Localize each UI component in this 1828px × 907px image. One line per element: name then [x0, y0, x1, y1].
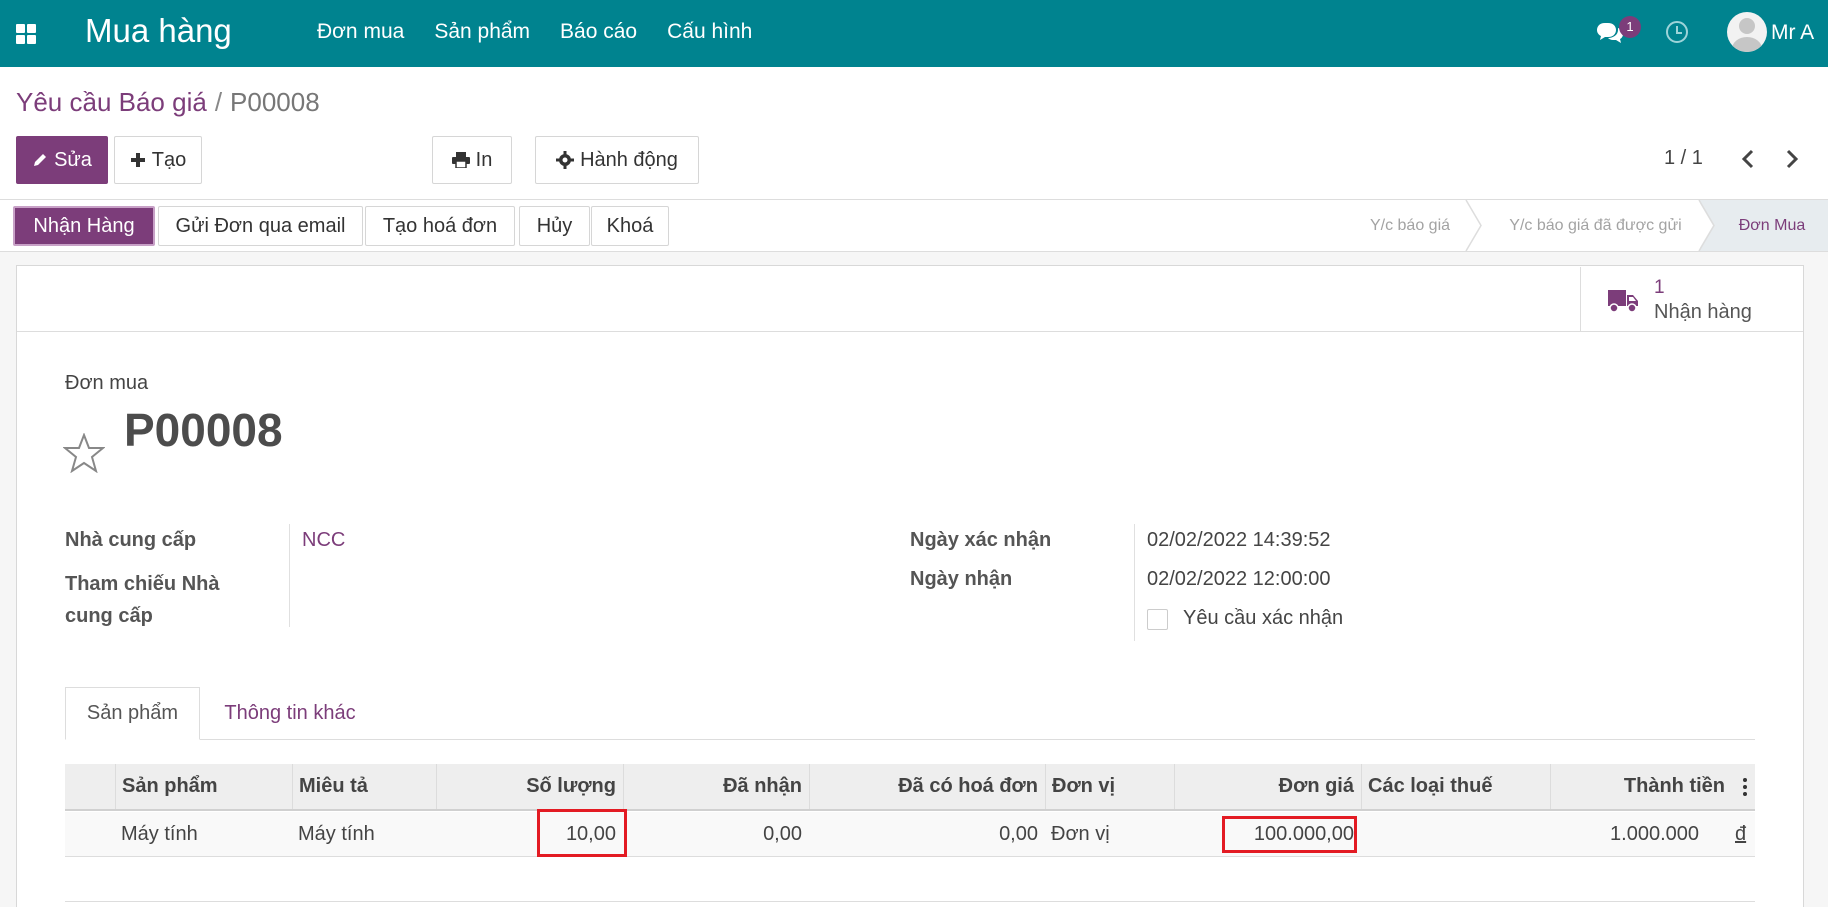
cell-taxes	[1361, 812, 1549, 857]
cell-product: Máy tính	[121, 823, 198, 845]
app-grid-icon[interactable]	[16, 24, 36, 44]
plus-icon	[130, 153, 145, 167]
stage-rfq: Y/c báo giá	[1369, 216, 1451, 234]
chevron-right-icon[interactable]	[1782, 148, 1802, 170]
menu-item-reports[interactable]: Báo cáo	[560, 20, 637, 44]
button-box-divider	[17, 331, 1803, 332]
gear-icon	[556, 151, 575, 169]
column-options-icon[interactable]	[1742, 778, 1748, 798]
create-button[interactable]: Tạo	[114, 136, 202, 184]
ask-confirmation-checkbox[interactable]	[1147, 609, 1168, 630]
order-lines-header: Sản phẩm Miêu tả Số lượng Đã nhận Đã có …	[65, 764, 1755, 811]
cell-invoiced: 0,00	[999, 823, 1038, 845]
breadcrumb-separator: /	[214, 87, 223, 117]
confirmation-date-value: 02/02/2022 14:39:52	[1147, 529, 1331, 551]
vendor-label: Nhà cung cấp	[65, 529, 197, 551]
highlight-unit-price	[1222, 816, 1357, 853]
column-header-unit-price[interactable]: Đơn giá	[1174, 764, 1360, 809]
vendor-reference-label: Tham chiếu Nhà cung cấp	[65, 573, 220, 627]
breadcrumb: Yêu cầu Báo giá / P00008	[16, 87, 320, 118]
receipt-date-label: Ngày nhận	[910, 568, 1013, 590]
send-po-email-button[interactable]: Gửi Đơn qua email	[158, 206, 363, 246]
cell-subtotal: 1.000.000	[1610, 823, 1699, 845]
confirmation-date-label: Ngày xác nhận	[910, 529, 1052, 551]
printer-icon	[451, 152, 470, 168]
breadcrumb-parent[interactable]: Yêu cầu Báo giá	[16, 87, 207, 117]
create-bill-button[interactable]: Tạo hoá đơn	[365, 206, 515, 246]
status-bar: Nhận Hàng Gửi Đơn qua email Tạo hoá đơn …	[0, 199, 1828, 252]
column-header-quantity[interactable]: Số lượng	[436, 764, 622, 809]
clock-icon[interactable]	[1666, 21, 1688, 43]
receive-products-button[interactable]: Nhận Hàng	[13, 206, 155, 246]
menu-item-products[interactable]: Sản phẩm	[434, 20, 530, 44]
stage-arrow-icon	[1698, 200, 1715, 251]
column-header-product[interactable]: Sản phẩm	[115, 764, 291, 809]
stage-rfq-sent: Y/c báo giá đã được gửi	[1509, 216, 1682, 234]
table-bottom-line	[65, 901, 1755, 902]
field-divider	[1134, 524, 1135, 641]
cell-description: Máy tính	[298, 823, 375, 845]
edit-button-label: Sửa	[54, 148, 92, 171]
tab-other-info[interactable]: Thông tin khác	[205, 687, 375, 740]
field-divider	[289, 524, 290, 627]
table-row[interactable]: Máy tính Máy tính 10,00 0,00 0,00 Đơn vị…	[65, 812, 1755, 857]
edit-button[interactable]: Sửa	[16, 136, 108, 184]
menu-item-configuration[interactable]: Cấu hình	[667, 20, 752, 44]
cell-received: 0,00	[763, 823, 802, 845]
pager-value: 1 / 1	[1664, 147, 1703, 169]
main-menu: Đơn mua Sản phẩm Báo cáo Cấu hình	[317, 20, 782, 44]
avatar[interactable]	[1727, 12, 1767, 52]
vendor-value[interactable]: NCC	[302, 529, 345, 552]
action-button[interactable]: Hành động	[535, 136, 699, 184]
column-header-invoiced[interactable]: Đã có hoá đơn	[809, 764, 1044, 809]
create-button-label: Tạo	[151, 148, 187, 171]
column-header-received[interactable]: Đã nhận	[623, 764, 808, 809]
receipt-label: Nhận hàng	[1654, 301, 1752, 323]
tab-products[interactable]: Sản phẩm	[65, 687, 200, 740]
menu-item-purchase-orders[interactable]: Đơn mua	[317, 20, 404, 44]
highlight-quantity	[537, 809, 627, 857]
cell-currency: đ	[1735, 823, 1747, 845]
print-button-label: In	[475, 148, 493, 171]
receipt-count: 1	[1654, 277, 1665, 298]
stage-purchase-order: Đơn Mua	[1700, 200, 1828, 251]
app-title[interactable]: Mua hàng	[85, 12, 232, 50]
chat-badge: 1	[1619, 16, 1641, 38]
column-header-taxes[interactable]: Các loại thuế	[1361, 764, 1549, 809]
pencil-icon	[34, 154, 47, 166]
lock-button[interactable]: Khoá	[591, 206, 669, 246]
document-name: P00008	[124, 404, 283, 456]
top-navbar: Mua hàng Đơn mua Sản phẩm Báo cáo Cấu hì…	[0, 0, 1828, 67]
breadcrumb-current: P00008	[230, 87, 320, 117]
document-type-label: Đơn mua	[65, 372, 149, 394]
stage-arrow-icon	[1465, 200, 1482, 251]
star-icon[interactable]	[63, 433, 105, 473]
cell-uom: Đơn vị	[1051, 823, 1110, 845]
column-header-subtotal[interactable]: Thành tiền	[1550, 764, 1731, 809]
column-header-description[interactable]: Miêu tả	[292, 764, 435, 809]
truck-icon	[1608, 290, 1638, 313]
user-name[interactable]: Mr A	[1771, 21, 1814, 45]
chevron-left-icon[interactable]	[1738, 148, 1758, 170]
receipt-date-value: 02/02/2022 12:00:00	[1147, 568, 1331, 590]
print-button[interactable]: In	[432, 136, 512, 184]
action-button-label: Hành động	[580, 148, 678, 171]
cancel-button[interactable]: Hủy	[519, 206, 590, 246]
ask-confirmation-label: Yêu cầu xác nhận	[1183, 607, 1344, 629]
column-header-uom[interactable]: Đơn vị	[1045, 764, 1173, 809]
